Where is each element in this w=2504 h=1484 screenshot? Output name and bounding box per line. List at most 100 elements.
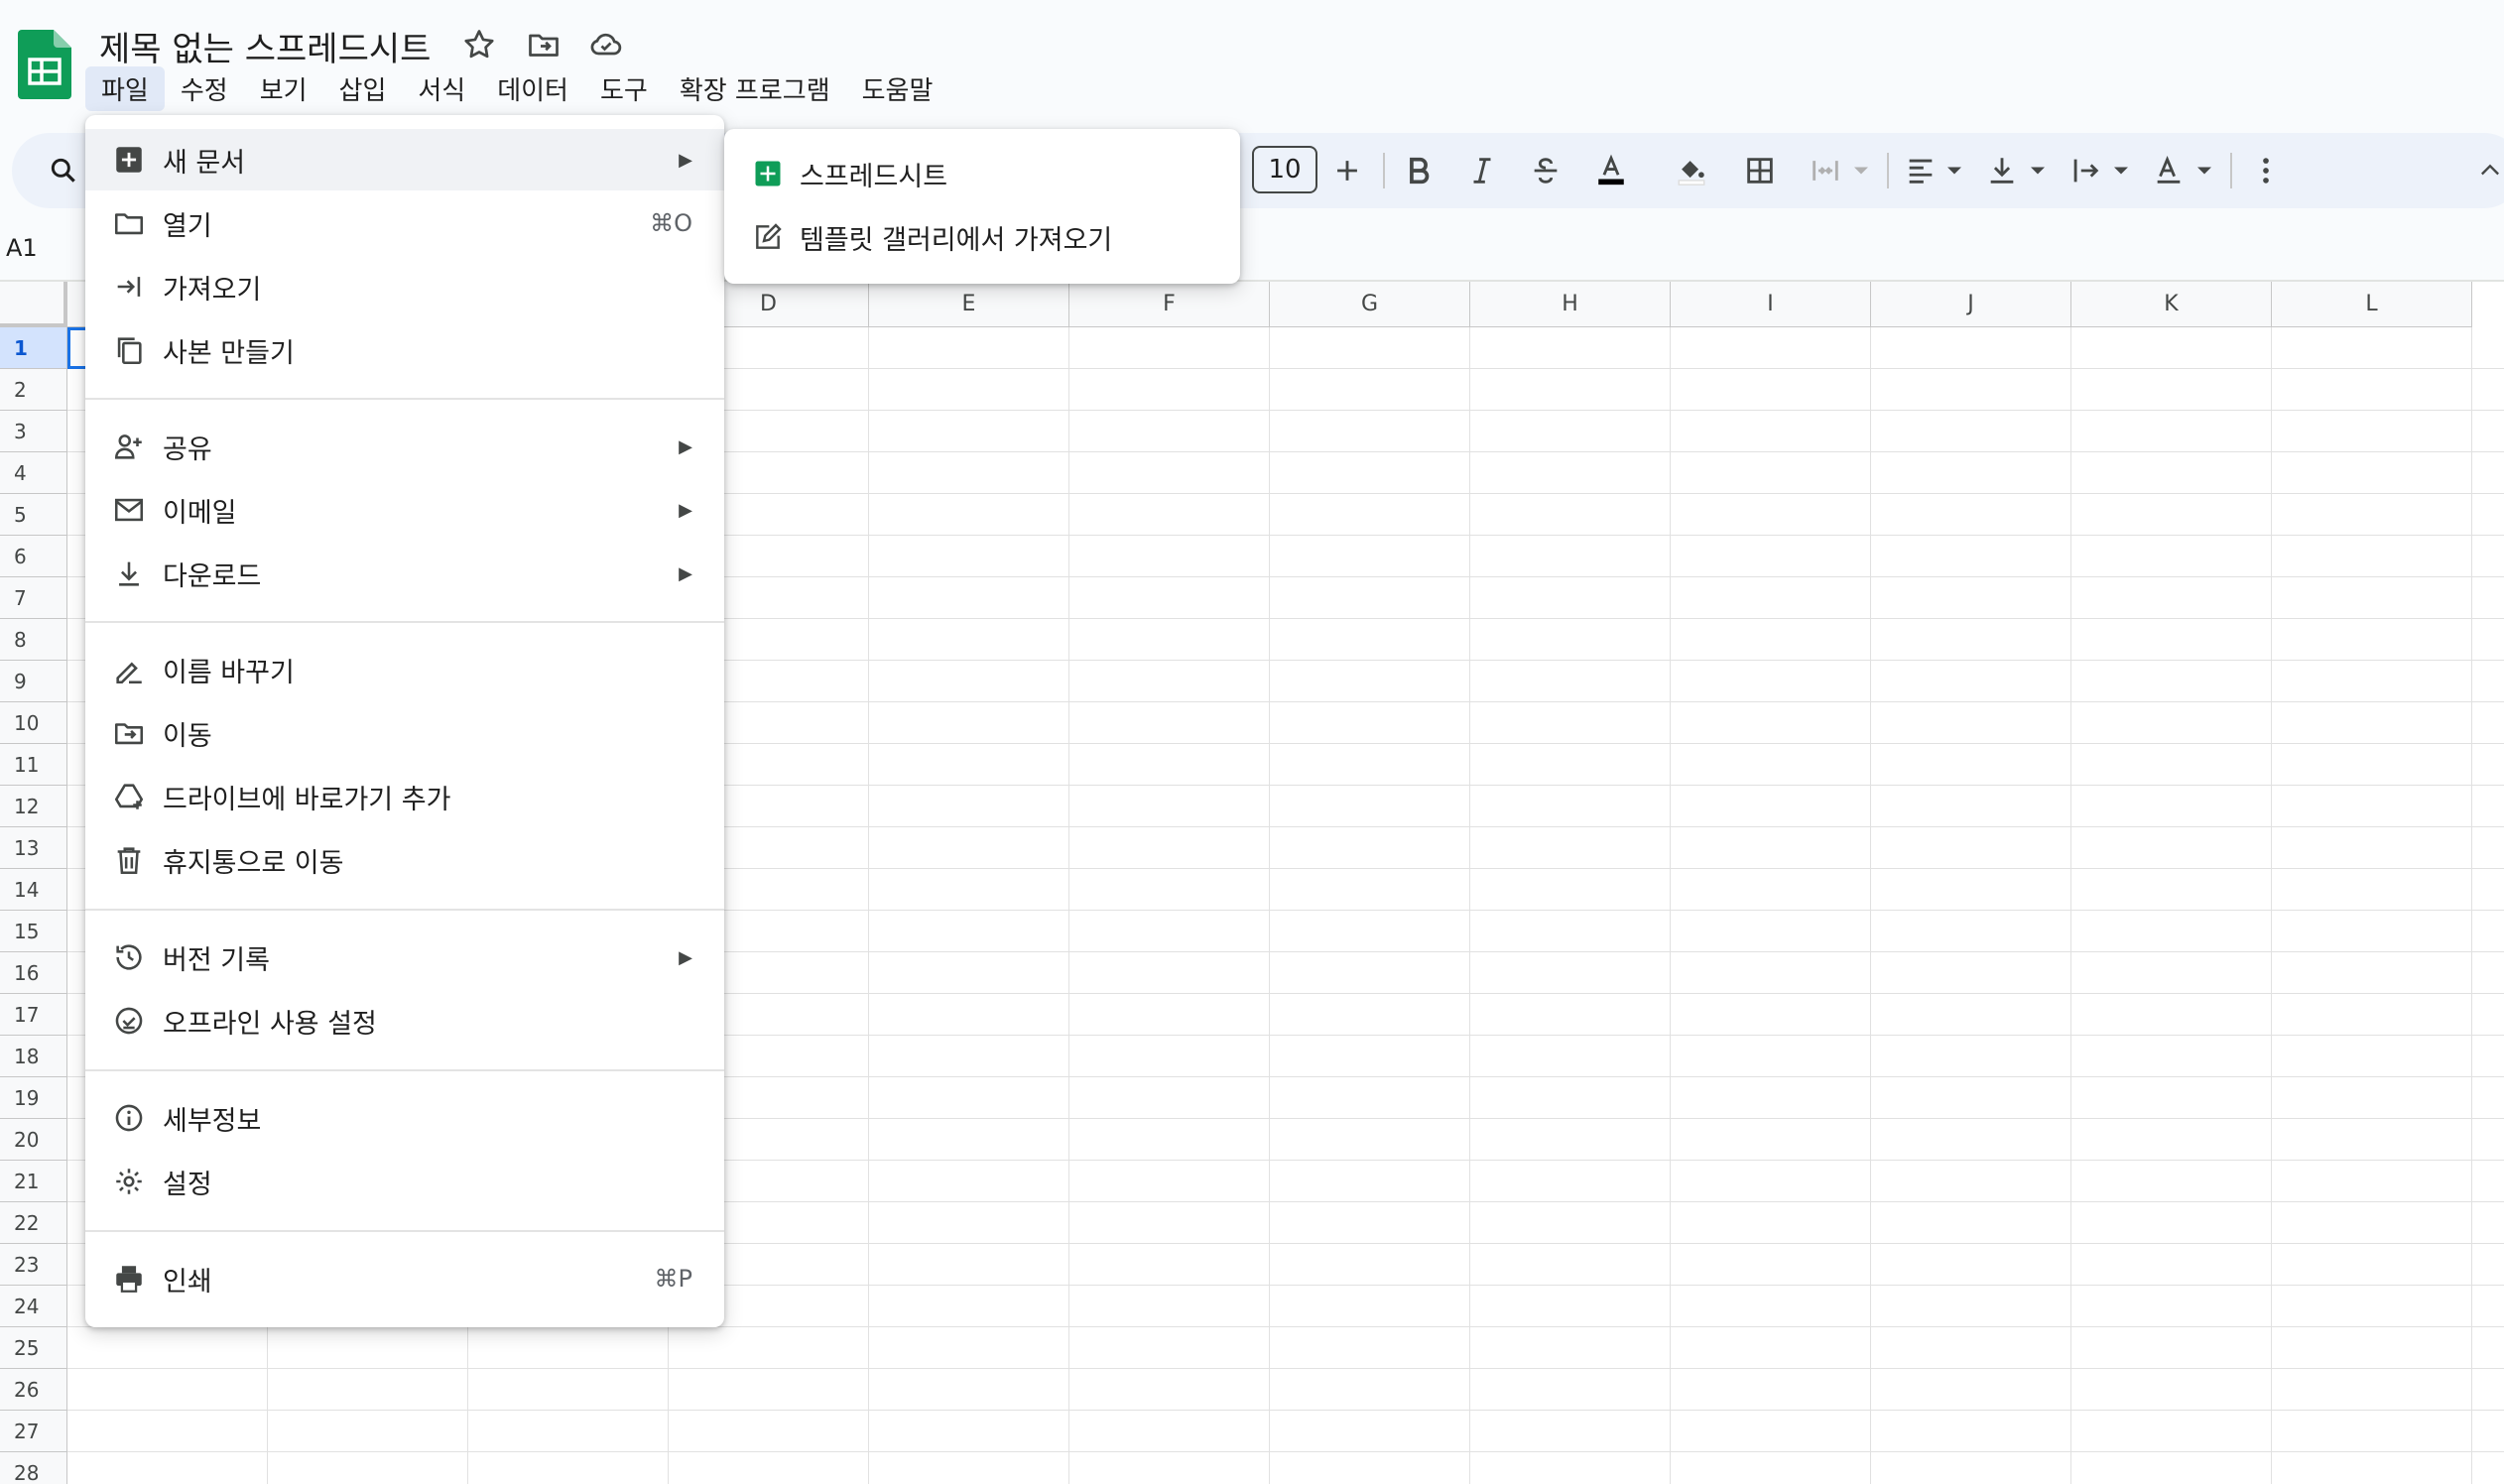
menu-item-add-shortcut[interactable]: 드라이브에 바로가기 추가	[85, 766, 724, 827]
menu-item-version-history[interactable]: 버전 기록 ▶	[85, 927, 724, 988]
menu-data[interactable]: 데이터	[481, 66, 584, 111]
menu-format[interactable]: 서식	[402, 66, 481, 111]
more-options-icon[interactable]	[2244, 145, 2288, 196]
search-menus-icon[interactable]	[42, 149, 85, 192]
menu-extensions[interactable]: 확장 프로그램	[664, 66, 846, 111]
fill-color-icon[interactable]	[1667, 145, 1716, 196]
column-header[interactable]: I	[1671, 282, 1871, 327]
row-header[interactable]: 8	[0, 619, 67, 661]
name-box[interactable]: A1	[6, 234, 38, 262]
template-edit-icon	[748, 217, 788, 257]
align-dropdown-icon[interactable]	[1941, 145, 1968, 196]
text-rotation-icon[interactable]	[2147, 145, 2191, 196]
collapse-toolbar-icon[interactable]	[2476, 145, 2504, 196]
menu-view[interactable]: 보기	[244, 66, 323, 111]
move-folder-icon[interactable]	[523, 24, 564, 65]
column-header[interactable]: E	[869, 282, 1069, 327]
row-header[interactable]: 20	[0, 1119, 67, 1161]
grid-line	[2471, 327, 2472, 1484]
merge-dropdown-icon[interactable]	[1847, 145, 1875, 196]
row-header[interactable]: 12	[0, 786, 67, 827]
menu-item-settings[interactable]: 설정	[85, 1151, 724, 1212]
menu-item-share[interactable]: 공유 ▶	[85, 416, 724, 477]
borders-icon[interactable]	[1738, 145, 1782, 196]
row-header[interactable]: 13	[0, 827, 67, 869]
row-header[interactable]: 17	[0, 994, 67, 1036]
menu-item-download[interactable]: 다운로드 ▶	[85, 543, 724, 604]
menu-item-move[interactable]: 이동	[85, 702, 724, 764]
menu-insert[interactable]: 삽입	[323, 66, 403, 111]
column-header[interactable]: L	[2272, 282, 2472, 327]
submenu-item-spreadsheet[interactable]: 스프레드시트	[724, 143, 1240, 204]
text-wrapping-icon[interactable]	[2064, 145, 2107, 196]
row-header[interactable]: 7	[0, 577, 67, 619]
column-header[interactable]: F	[1069, 282, 1270, 327]
select-all-corner[interactable]	[0, 282, 67, 327]
menu-item-email[interactable]: 이메일 ▶	[85, 479, 724, 541]
menu-tools[interactable]: 도구	[584, 66, 664, 111]
row-header[interactable]: 10	[0, 702, 67, 744]
rotation-dropdown-icon[interactable]	[2191, 145, 2218, 196]
row-header[interactable]: 16	[0, 952, 67, 994]
menu-item-new[interactable]: 새 문서 ▶	[85, 129, 724, 190]
row-header[interactable]: 21	[0, 1161, 67, 1202]
grid-line	[868, 327, 869, 1484]
menu-help[interactable]: 도움말	[846, 66, 949, 111]
valign-dropdown-icon[interactable]	[2024, 145, 2052, 196]
row-header[interactable]: 14	[0, 869, 67, 911]
row-header[interactable]: 4	[0, 452, 67, 494]
wrap-dropdown-icon[interactable]	[2107, 145, 2135, 196]
menu-file[interactable]: 파일	[85, 65, 165, 111]
history-icon	[109, 937, 149, 977]
font-size-input[interactable]: 10	[1252, 146, 1317, 193]
menu-item-open[interactable]: 열기 ⌘O	[85, 192, 724, 254]
bold-icon[interactable]	[1397, 145, 1440, 196]
row-header[interactable]: 9	[0, 661, 67, 702]
row-header[interactable]: 26	[0, 1369, 67, 1411]
column-header[interactable]: G	[1270, 282, 1470, 327]
row-header[interactable]: 11	[0, 744, 67, 786]
row-header[interactable]: 6	[0, 536, 67, 577]
menu-item-details[interactable]: 세부정보	[85, 1087, 724, 1149]
folder-icon	[109, 203, 149, 243]
submenu-item-template-gallery[interactable]: 템플릿 갤러리에서 가져오기	[724, 206, 1240, 268]
menu-item-offline[interactable]: 오프라인 사용 설정	[85, 990, 724, 1051]
column-header[interactable]: K	[2071, 282, 2272, 327]
increase-font-size-icon[interactable]	[1325, 145, 1369, 196]
row-header[interactable]: 18	[0, 1036, 67, 1077]
column-header[interactable]: J	[1871, 282, 2071, 327]
grid-line	[1469, 327, 1470, 1484]
cloud-saved-icon[interactable]	[585, 24, 627, 65]
info-icon	[109, 1098, 149, 1138]
row-header[interactable]: 19	[0, 1077, 67, 1119]
vertical-align-icon[interactable]	[1980, 145, 2024, 196]
row-header[interactable]: 28	[0, 1452, 67, 1484]
row-header[interactable]: 3	[0, 411, 67, 452]
menu-item-rename[interactable]: 이름 바꾸기	[85, 639, 724, 700]
menu-item-print[interactable]: 인쇄 ⌘P	[85, 1248, 724, 1309]
star-icon[interactable]	[458, 24, 500, 65]
menu-item-trash[interactable]: 휴지통으로 이동	[85, 829, 724, 891]
menu-divider	[85, 1069, 724, 1071]
menu-item-import[interactable]: 가져오기	[85, 256, 724, 317]
horizontal-align-icon[interactable]	[1899, 145, 1942, 196]
row-header[interactable]: 5	[0, 494, 67, 536]
strikethrough-icon[interactable]	[1524, 145, 1567, 196]
row-header[interactable]: 22	[0, 1202, 67, 1244]
file-menu: 새 문서 ▶ 열기 ⌘O 가져오기 사본 만들기 공유 ▶ 이메일 ▶ 다운로드…	[85, 115, 724, 1327]
italic-icon[interactable]	[1460, 145, 1504, 196]
row-header[interactable]: 23	[0, 1244, 67, 1286]
sheets-logo-icon[interactable]	[18, 30, 71, 99]
row-header[interactable]: 15	[0, 911, 67, 952]
row-header[interactable]: 2	[0, 369, 67, 411]
row-header[interactable]: 1	[0, 327, 67, 369]
document-title[interactable]: 제목 없는 스프레드시트	[99, 22, 431, 70]
row-header[interactable]: 27	[0, 1411, 67, 1452]
column-header[interactable]: H	[1470, 282, 1671, 327]
merge-cells-icon[interactable]	[1804, 145, 1847, 196]
menu-edit[interactable]: 수정	[165, 66, 244, 111]
row-header[interactable]: 24	[0, 1286, 67, 1327]
menu-item-make-copy[interactable]: 사본 만들기	[85, 319, 724, 381]
row-header[interactable]: 25	[0, 1327, 67, 1369]
text-color-icon[interactable]	[1587, 145, 1635, 196]
